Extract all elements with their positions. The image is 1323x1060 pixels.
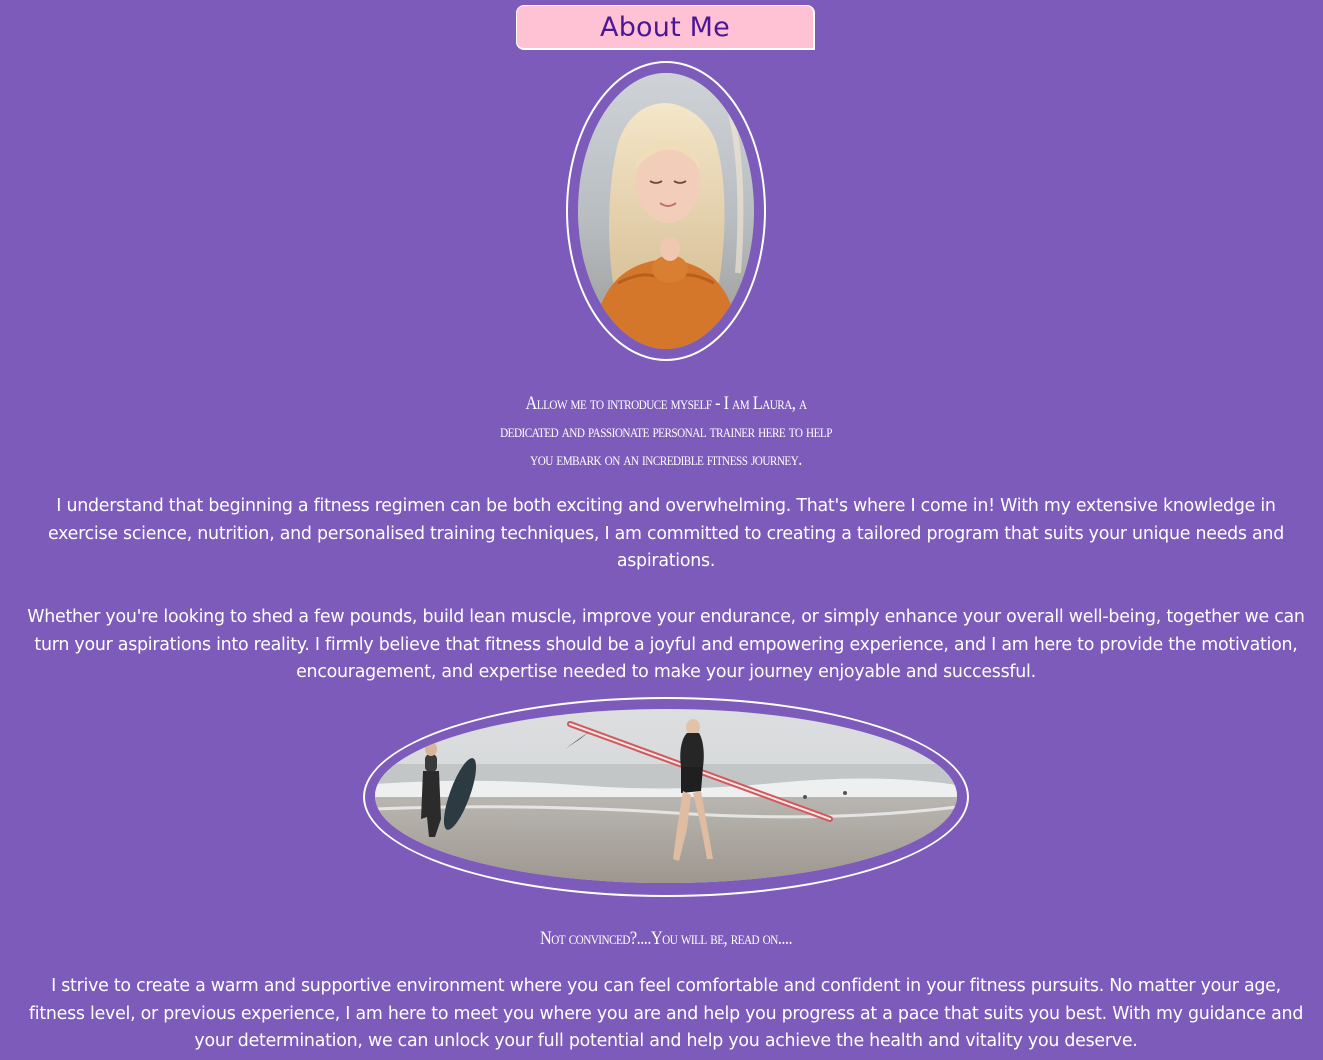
portrait-photo xyxy=(578,73,754,349)
section-title: About Me xyxy=(600,11,730,43)
section-title-box: About Me xyxy=(516,5,815,50)
paragraph-1: I understand that beginning a fitness re… xyxy=(48,496,1284,572)
paragraph-3: I strive to create a warm and supportive… xyxy=(28,976,1304,1052)
surfers-photo xyxy=(375,709,957,883)
paragraph-2: Whether you're looking to shed a few pou… xyxy=(27,607,1305,683)
teaser-text: Not convinced?....You will be, read on..… xyxy=(539,928,793,949)
portrait-illustration xyxy=(578,73,754,349)
surfers-illustration xyxy=(375,709,957,883)
intro-text: Allow me to introduce myself - I am Laur… xyxy=(500,393,832,470)
